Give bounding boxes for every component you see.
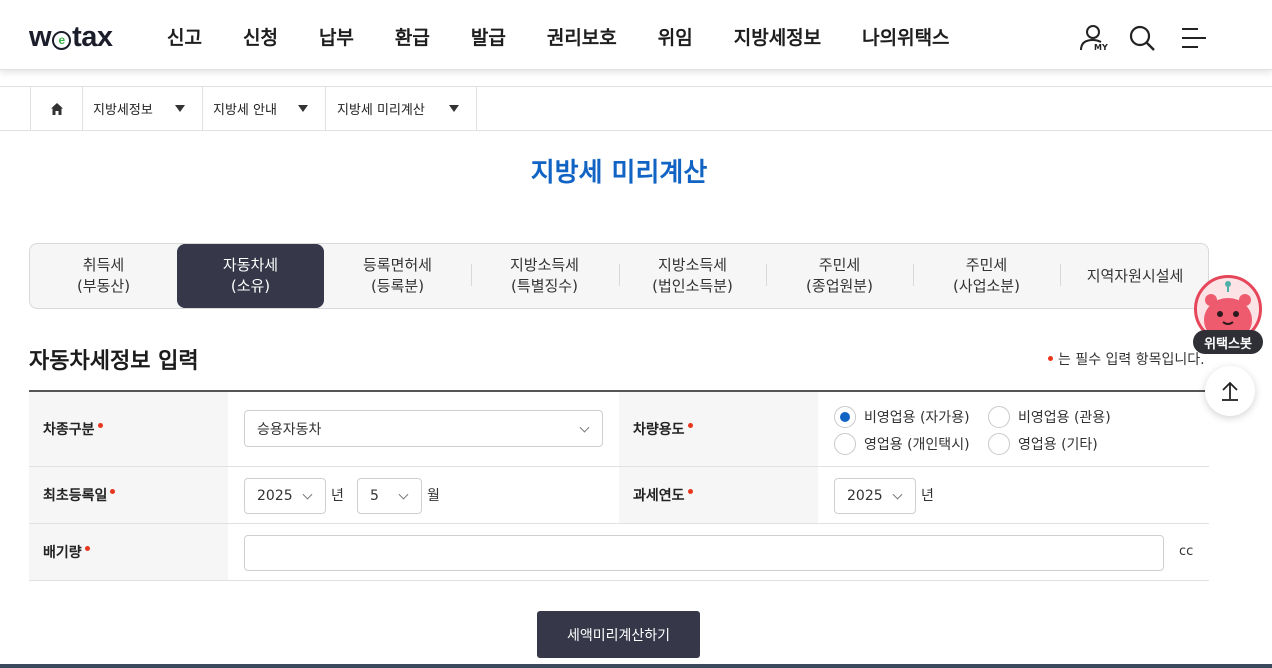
radio-commercial-taxi[interactable]: 영업용 (개인택시): [834, 433, 970, 455]
radio-noncommercial-private[interactable]: 비영업용 (자가용): [834, 406, 970, 428]
arrow-up-icon: [1222, 381, 1238, 401]
vehicle-tax-form: 차종구분 승용자동차 차량용도 비영업용 (자가용) 비영업용 (관용) 영업용…: [29, 390, 1209, 581]
tax-year-select[interactable]: 2025: [834, 478, 916, 514]
breadcrumb-local-tax-info[interactable]: 지방세정보: [83, 87, 203, 130]
chevron-down-icon: [398, 489, 409, 500]
nav-item-local-tax-info[interactable]: 지방세정보: [734, 24, 821, 52]
nav-item-rights[interactable]: 권리보호: [547, 24, 617, 52]
breadcrumb-label: 지방세정보: [93, 103, 153, 118]
breadcrumb-tax-calculator[interactable]: 지방세 미리계산: [326, 87, 477, 130]
search-icon[interactable]: [1126, 22, 1158, 54]
chevron-down-icon: [579, 422, 590, 433]
nav-item-issue[interactable]: 발급: [471, 24, 506, 52]
chevron-down-icon: [302, 489, 313, 500]
page-title: 지방세 미리계산: [530, 158, 708, 188]
form-row-displacement: 배기량 cc: [29, 524, 1209, 581]
required-note: 는 필수 입력 항목입니다.: [1048, 349, 1205, 369]
tax-year-label: 과세연도: [619, 467, 818, 523]
radio-circle: [988, 406, 1010, 428]
dropdown-triangle-icon: [449, 105, 459, 112]
main-nav: 신고 신청 납부 환급 발급 권리보호 위임 지방세정보 나의위택스: [167, 24, 991, 52]
required-dot-icon: [687, 422, 693, 428]
menu-icon[interactable]: [1178, 22, 1210, 54]
first-reg-year-select[interactable]: 2025: [244, 478, 326, 514]
radio-circle-selected: [834, 406, 856, 428]
tax-type-tabs: 취득세 (부동산) 자동차세 (소유) 등록면허세 (등록분) 지방소득세 (특별징수)…: [29, 243, 1209, 309]
tab-local-income-tax-withholding[interactable]: 지방소득세 (특별징수): [471, 243, 618, 309]
dropdown-triangle-icon: [175, 105, 185, 112]
breadcrumb-label: 지방세 안내: [213, 103, 277, 118]
breadcrumb-home[interactable]: [30, 87, 83, 130]
car-use-label: 차량용도: [619, 392, 818, 466]
breadcrumb-label: 지방세 미리계산: [337, 103, 425, 118]
window-bottom-bar: [0, 664, 1272, 668]
breadcrumb: 지방세정보 지방세 안내 지방세 미리계산: [0, 86, 1272, 131]
required-dot-icon: [110, 488, 116, 494]
breadcrumb-local-tax-guide[interactable]: 지방세 안내: [203, 87, 326, 130]
required-dot-icon: [687, 488, 693, 494]
nav-item-refund[interactable]: 환급: [395, 24, 430, 52]
radio-noncommercial-government[interactable]: 비영업용 (관용): [988, 406, 1111, 428]
wetax-logo[interactable]: w e tax: [29, 20, 113, 54]
tab-local-income-tax-corporate[interactable]: 지방소득세 (법인소득분): [619, 243, 766, 309]
year-unit: 년: [921, 488, 934, 504]
first-registration-label: 최초등록일: [29, 467, 228, 523]
year-unit: 년: [331, 488, 344, 504]
tab-regional-resource-tax[interactable]: 지역자원시설세: [1060, 243, 1210, 309]
displacement-input[interactable]: [244, 535, 1164, 571]
chevron-down-icon: [892, 489, 903, 500]
home-icon: [50, 102, 63, 115]
wetax-chatbot[interactable]: 위택스봇: [1193, 275, 1263, 355]
required-dot-icon: [97, 422, 103, 428]
car-type-label: 차종구분: [29, 392, 228, 466]
scroll-to-top-button[interactable]: [1205, 366, 1255, 416]
logo-e-mark: e: [52, 31, 72, 50]
form-row-registration-date: 최초등록일 2025 년 5 월 과세연도 2025 년: [29, 467, 1209, 524]
calculate-tax-button[interactable]: 세액미리계산하기: [537, 611, 700, 658]
month-unit: 월: [427, 488, 440, 504]
cc-unit: cc: [1179, 544, 1194, 559]
nav-item-my-wetax[interactable]: 나의위택스: [862, 24, 949, 52]
site-header: w e tax 신고 신청 납부 환급 발급 권리보호 위임 지방세정보 나의위택스…: [0, 0, 1272, 70]
nav-item-delegate[interactable]: 위임: [658, 24, 693, 52]
nav-item-apply[interactable]: 신청: [243, 24, 278, 52]
required-dot-icon: [84, 545, 90, 551]
tab-registration-license-tax[interactable]: 등록면허세 (등록분): [324, 243, 471, 309]
nav-item-report[interactable]: 신고: [167, 24, 202, 52]
first-reg-month-select[interactable]: 5: [357, 478, 422, 514]
radio-circle: [834, 433, 856, 455]
dropdown-triangle-icon: [298, 105, 308, 112]
tab-resident-tax-business[interactable]: 주민세 (사업소분): [913, 243, 1060, 309]
section-title: 자동차세정보 입력: [29, 349, 199, 374]
radio-commercial-other[interactable]: 영업용 (기타): [988, 433, 1098, 455]
tab-vehicle-tax[interactable]: 자동차세 (소유): [177, 244, 324, 308]
form-row-vehicle-type: 차종구분 승용자동차 차량용도 비영업용 (자가용) 비영업용 (관용) 영업용…: [29, 392, 1209, 467]
car-type-select[interactable]: 승용자동차: [244, 410, 603, 447]
radio-circle: [988, 433, 1010, 455]
my-tag: MY: [1094, 43, 1108, 52]
tab-resident-tax-employee[interactable]: 주민세 (종업원분): [766, 243, 913, 309]
required-dot-icon: [1048, 356, 1053, 361]
tab-acquisition-tax[interactable]: 취득세 (부동산): [30, 243, 177, 309]
nav-item-payment[interactable]: 납부: [319, 24, 354, 52]
displacement-label: 배기량: [29, 524, 228, 580]
chatbot-label: 위택스봇: [1193, 330, 1263, 354]
